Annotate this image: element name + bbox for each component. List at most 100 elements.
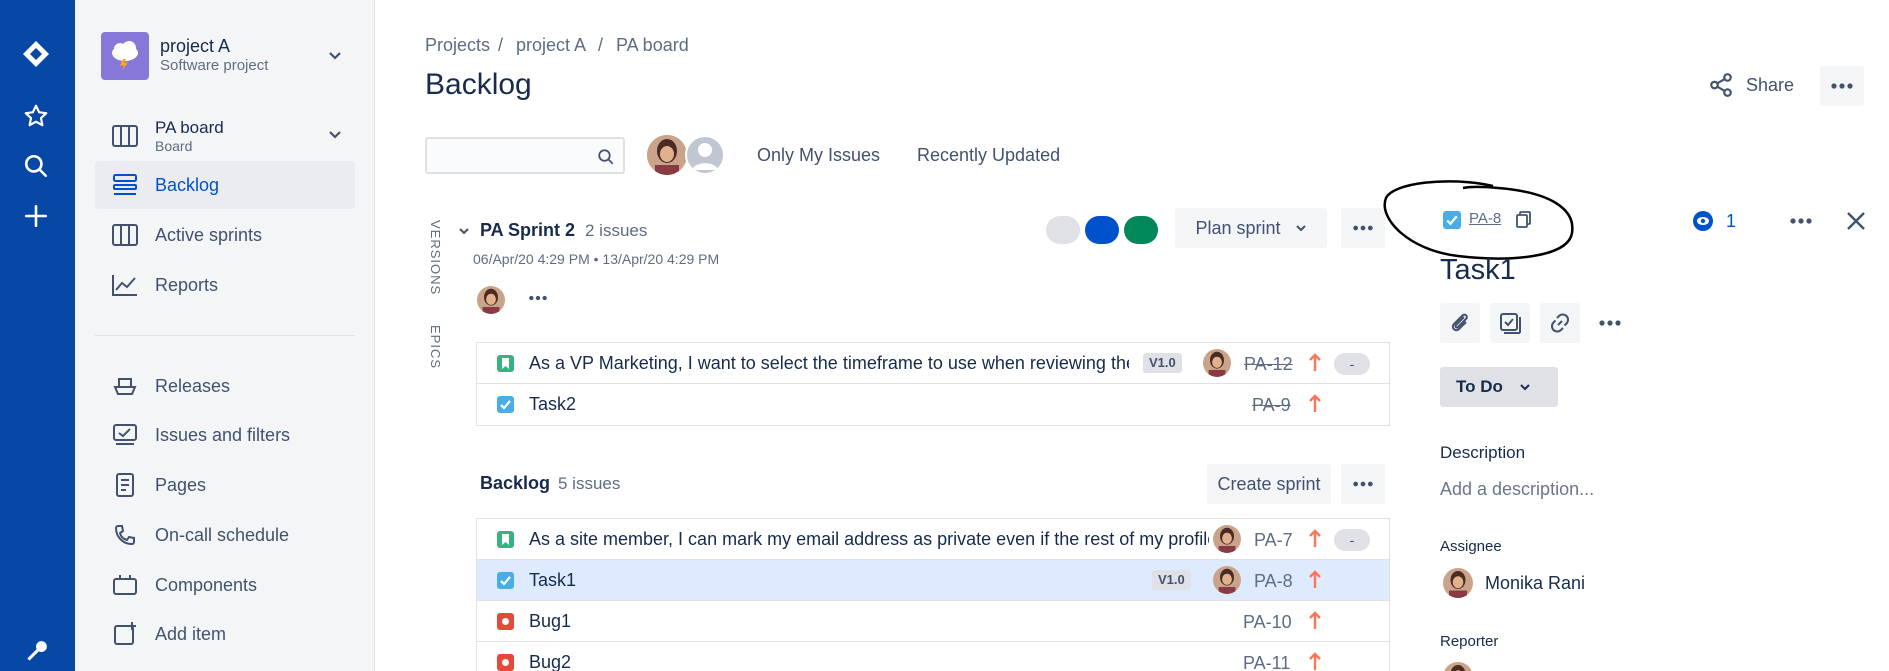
- search-input[interactable]: [425, 137, 625, 174]
- plan-sprint-button[interactable]: Plan sprint: [1175, 208, 1327, 248]
- sidebar-item-label: Releases: [155, 375, 231, 396]
- detail-more-button[interactable]: [1590, 303, 1630, 343]
- add-item-icon: [111, 620, 139, 648]
- board-name: PA board: [155, 118, 224, 137]
- sidebar-item-label: Components: [155, 574, 258, 595]
- issue-key[interactable]: PA-11: [1243, 653, 1290, 671]
- tab-versions[interactable]: VERSIONS: [428, 220, 443, 295]
- table-row[interactable]: Task1 V1.0 PA-8: [477, 560, 1389, 601]
- share-icon: [1710, 73, 1732, 97]
- global-nav: [0, 0, 75, 671]
- sidebar-item-issues-and-filters[interactable]: Issues and filters: [95, 411, 355, 459]
- sidebar-item-components[interactable]: Components: [95, 561, 355, 609]
- breadcrumb-board[interactable]: PA board: [616, 35, 689, 56]
- issue-key[interactable]: PA-12: [1244, 354, 1293, 375]
- chevron-down-icon[interactable]: [327, 47, 343, 63]
- board-icon: [111, 122, 139, 150]
- page-title: Backlog: [425, 68, 532, 101]
- table-row[interactable]: Task2 PA-9: [477, 384, 1389, 425]
- link-icon: [1551, 313, 1569, 333]
- watcher-count: 1: [1726, 210, 1737, 231]
- breadcrumb-separator: /: [598, 35, 604, 55]
- avatar[interactable]: [477, 286, 505, 314]
- sidebar-item-reports[interactable]: Reports: [95, 261, 355, 309]
- chart-icon: [111, 271, 139, 299]
- close-icon[interactable]: [1845, 210, 1867, 232]
- status-dropdown[interactable]: To Do: [1440, 367, 1558, 407]
- create-icon[interactable]: [20, 200, 52, 232]
- search-icon: [598, 149, 614, 165]
- add-subtask-button[interactable]: [1490, 303, 1530, 343]
- more-icon[interactable]: [528, 294, 548, 302]
- jira-logo-icon[interactable]: [20, 38, 52, 70]
- chevron-down-icon: [1520, 384, 1530, 391]
- sidebar-item-on-call-schedule[interactable]: On-call schedule: [95, 511, 355, 559]
- sprint-name: PA Sprint 2: [480, 220, 576, 240]
- sidebar-item-pages[interactable]: Pages: [95, 461, 355, 509]
- more-icon: [1353, 225, 1373, 231]
- share-button[interactable]: Share: [1708, 72, 1794, 98]
- chevron-down-icon[interactable]: [458, 225, 470, 237]
- filter-icon: [111, 421, 139, 449]
- issue-title: As a site member, I can mark my email ad…: [529, 529, 1209, 549]
- estimate-badge: -: [1334, 353, 1370, 375]
- priority-high-icon: [1309, 394, 1321, 412]
- only-my-issues-filter[interactable]: Only My Issues: [757, 145, 880, 166]
- issue-key-link[interactable]: PA-8: [1469, 210, 1501, 227]
- sidebar-item-label: Active sprints: [155, 224, 263, 245]
- table-row[interactable]: Bug1 PA-10: [477, 601, 1389, 642]
- avatar: [1203, 349, 1231, 377]
- sidebar-item-label: On-call schedule: [155, 524, 290, 545]
- assignee-name[interactable]: Monika Rani: [1485, 573, 1585, 594]
- breadcrumb-separator: /: [498, 35, 504, 55]
- sidebar-item-label: Reports: [155, 274, 219, 295]
- issue-key[interactable]: PA-7: [1254, 530, 1293, 551]
- copy-icon[interactable]: [1515, 210, 1533, 228]
- issue-title: Bug1: [529, 611, 572, 631]
- ship-icon: [111, 372, 139, 400]
- attach-button[interactable]: [1440, 303, 1480, 343]
- issue-key[interactable]: PA-9: [1252, 395, 1291, 416]
- notification-icon[interactable]: [20, 636, 52, 668]
- star-icon[interactable]: [20, 100, 52, 132]
- project-name[interactable]: project A: [160, 36, 230, 57]
- story-icon: [497, 531, 514, 548]
- avatar: [1213, 566, 1241, 594]
- table-row[interactable]: As a site member, I can mark my email ad…: [477, 519, 1389, 560]
- tab-epics[interactable]: EPICS: [428, 325, 443, 369]
- project-sidebar: project A Software project PA board Boar…: [75, 0, 375, 671]
- avatar[interactable]: [1443, 662, 1473, 671]
- bug-icon: [497, 613, 514, 630]
- breadcrumb-project[interactable]: project A: [516, 35, 586, 56]
- issue-title-heading[interactable]: Task1: [1440, 254, 1516, 287]
- create-sprint-button[interactable]: Create sprint: [1207, 464, 1331, 504]
- backlog-title: Backlog: [480, 473, 551, 493]
- breadcrumb-projects[interactable]: Projects: [425, 35, 490, 56]
- estimate-badge: -: [1334, 529, 1370, 551]
- priority-high-icon: [1309, 570, 1321, 588]
- more-actions-button[interactable]: [1820, 66, 1864, 106]
- table-row[interactable]: Bug2 PA-11: [477, 642, 1389, 671]
- more-icon[interactable]: [1789, 217, 1813, 225]
- sidebar-item-add-item[interactable]: Add item: [95, 610, 355, 658]
- project-avatar[interactable]: [101, 32, 149, 80]
- avatar[interactable]: [647, 135, 687, 175]
- table-row[interactable]: As a VP Marketing, I want to select the …: [477, 343, 1389, 384]
- backlog-more-button[interactable]: [1341, 464, 1385, 504]
- chevron-down-icon[interactable]: [327, 126, 343, 142]
- issue-key[interactable]: PA-8: [1254, 571, 1293, 592]
- sidebar-item-releases[interactable]: Releases: [95, 362, 355, 410]
- search-icon[interactable]: [20, 150, 52, 182]
- description-label: Description: [1440, 443, 1526, 462]
- issue-key[interactable]: PA-10: [1243, 612, 1292, 633]
- avatar[interactable]: [1443, 568, 1473, 598]
- sidebar-item-board[interactable]: PA board Board: [95, 112, 355, 160]
- link-issue-button[interactable]: [1540, 303, 1580, 343]
- avatar[interactable]: [685, 135, 725, 175]
- sidebar-item-label: Issues and filters: [155, 424, 291, 445]
- sidebar-item-active-sprints[interactable]: Active sprints: [95, 211, 355, 259]
- watchers-button[interactable]: 1: [1690, 210, 1736, 232]
- description-field[interactable]: Add a description...: [1440, 479, 1594, 500]
- sidebar-item-backlog[interactable]: Backlog: [95, 161, 355, 209]
- recently-updated-filter[interactable]: Recently Updated: [917, 145, 1060, 166]
